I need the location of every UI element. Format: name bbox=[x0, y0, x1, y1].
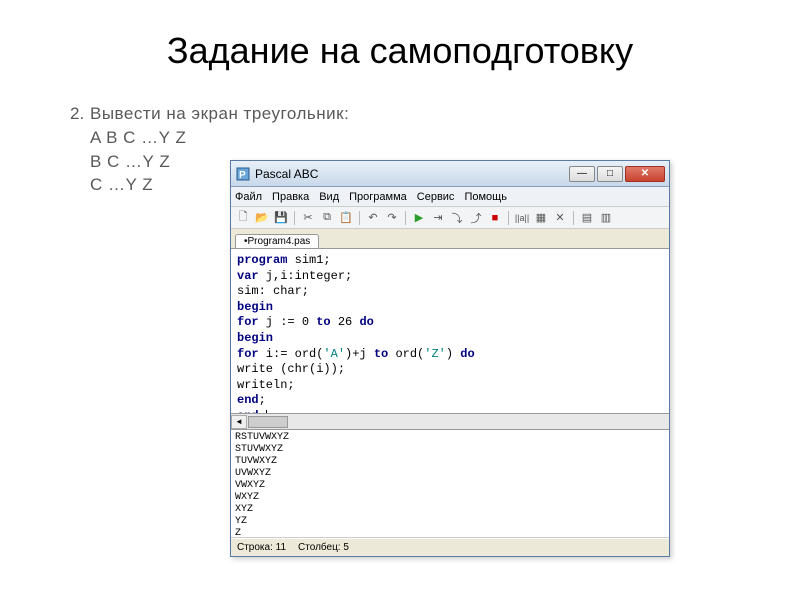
output-panel[interactable]: RSTUVWXYZ STUVWXYZ TUVWXYZ UVWXYZ VWXYZ … bbox=[231, 430, 669, 538]
tabbar: •Program4.pas bbox=[231, 229, 669, 249]
output-line: RSTUVWXYZ bbox=[235, 432, 665, 444]
paste-icon[interactable]: 📋 bbox=[338, 210, 354, 226]
save-icon[interactable]: 💾 bbox=[273, 210, 289, 226]
close-tab-icon[interactable]: ✕ bbox=[552, 210, 568, 226]
menu-program[interactable]: Программа bbox=[349, 191, 407, 203]
separator bbox=[508, 211, 509, 225]
run-icon[interactable]: ▶ bbox=[411, 210, 427, 226]
status-col: Столбец: 5 bbox=[298, 542, 349, 553]
output-line: UVWXYZ bbox=[235, 468, 665, 480]
output-line: YZ bbox=[235, 516, 665, 528]
scroll-left-icon[interactable]: ◄ bbox=[231, 415, 247, 429]
close-button[interactable]: ✕ bbox=[625, 166, 665, 182]
horizontal-scrollbar[interactable]: ◄ bbox=[231, 414, 669, 430]
menu-edit[interactable]: Правка bbox=[272, 191, 309, 203]
cut-icon[interactable]: ✂ bbox=[300, 210, 316, 226]
separator bbox=[359, 211, 360, 225]
output-line: Z bbox=[235, 528, 665, 538]
menu-view[interactable]: Вид bbox=[319, 191, 339, 203]
menu-file[interactable]: Файл bbox=[235, 191, 262, 203]
output-line: WXYZ bbox=[235, 492, 665, 504]
slide-title: Задание на самоподготовку bbox=[60, 30, 740, 72]
redo-icon[interactable]: ↷ bbox=[384, 210, 400, 226]
toolbar: 🗋 📂 💾 ✂ ⧉ 📋 ↶ ↷ ▶ ⇥ ⤵ ⤴ ■ ||a|| ▦ ✕ ▤ ▥ bbox=[231, 207, 669, 229]
file-tab[interactable]: •Program4.pas bbox=[235, 234, 319, 248]
task-line: A B C …Y Z bbox=[90, 126, 349, 150]
output-line: XYZ bbox=[235, 504, 665, 516]
menu-help[interactable]: Помощь bbox=[464, 191, 507, 203]
titlebar[interactable]: P Pascal ABC — □ ✕ bbox=[231, 161, 669, 187]
task-line: Вывести на экран треугольник: bbox=[90, 102, 349, 126]
task-number: 2. bbox=[70, 102, 84, 126]
step-over-icon[interactable]: ⤵ bbox=[449, 210, 465, 226]
separator bbox=[573, 211, 574, 225]
menubar: Файл Правка Вид Программа Сервис Помощь bbox=[231, 187, 669, 207]
stop-icon[interactable]: ■ bbox=[487, 210, 503, 226]
new-icon[interactable]: 🗋 bbox=[235, 210, 251, 226]
window-title: Pascal ABC bbox=[255, 167, 569, 181]
undo-icon[interactable]: ↶ bbox=[365, 210, 381, 226]
tool-icon[interactable]: ▥ bbox=[598, 210, 614, 226]
output-line: TUVWXYZ bbox=[235, 456, 665, 468]
step-out-icon[interactable]: ⤴ bbox=[468, 210, 484, 226]
minimize-button[interactable]: — bbox=[569, 166, 595, 182]
menu-service[interactable]: Сервис bbox=[417, 191, 455, 203]
copy-icon[interactable]: ⧉ bbox=[319, 210, 335, 226]
output-line: STUVWXYZ bbox=[235, 444, 665, 456]
separator bbox=[294, 211, 295, 225]
statusbar: Строка: 11 Столбец: 5 bbox=[231, 538, 669, 556]
step-icon[interactable]: ⇥ bbox=[430, 210, 446, 226]
open-icon[interactable]: 📂 bbox=[254, 210, 270, 226]
output-line: VWXYZ bbox=[235, 480, 665, 492]
separator bbox=[405, 211, 406, 225]
app-icon: P bbox=[235, 166, 251, 182]
status-row: Строка: 11 bbox=[237, 542, 286, 553]
text-cursor bbox=[266, 410, 267, 414]
tool-icon[interactable]: ▤ bbox=[579, 210, 595, 226]
svg-text:P: P bbox=[239, 170, 246, 181]
maximize-button[interactable]: □ bbox=[597, 166, 623, 182]
tool-icon[interactable]: ▦ bbox=[533, 210, 549, 226]
tool-icon[interactable]: ||a|| bbox=[514, 210, 530, 226]
code-editor[interactable]: program sim1; var j,i:integer; sim: char… bbox=[231, 249, 669, 414]
scroll-thumb[interactable] bbox=[248, 416, 288, 428]
ide-window: P Pascal ABC — □ ✕ Файл Правка Вид Прогр… bbox=[230, 160, 670, 557]
